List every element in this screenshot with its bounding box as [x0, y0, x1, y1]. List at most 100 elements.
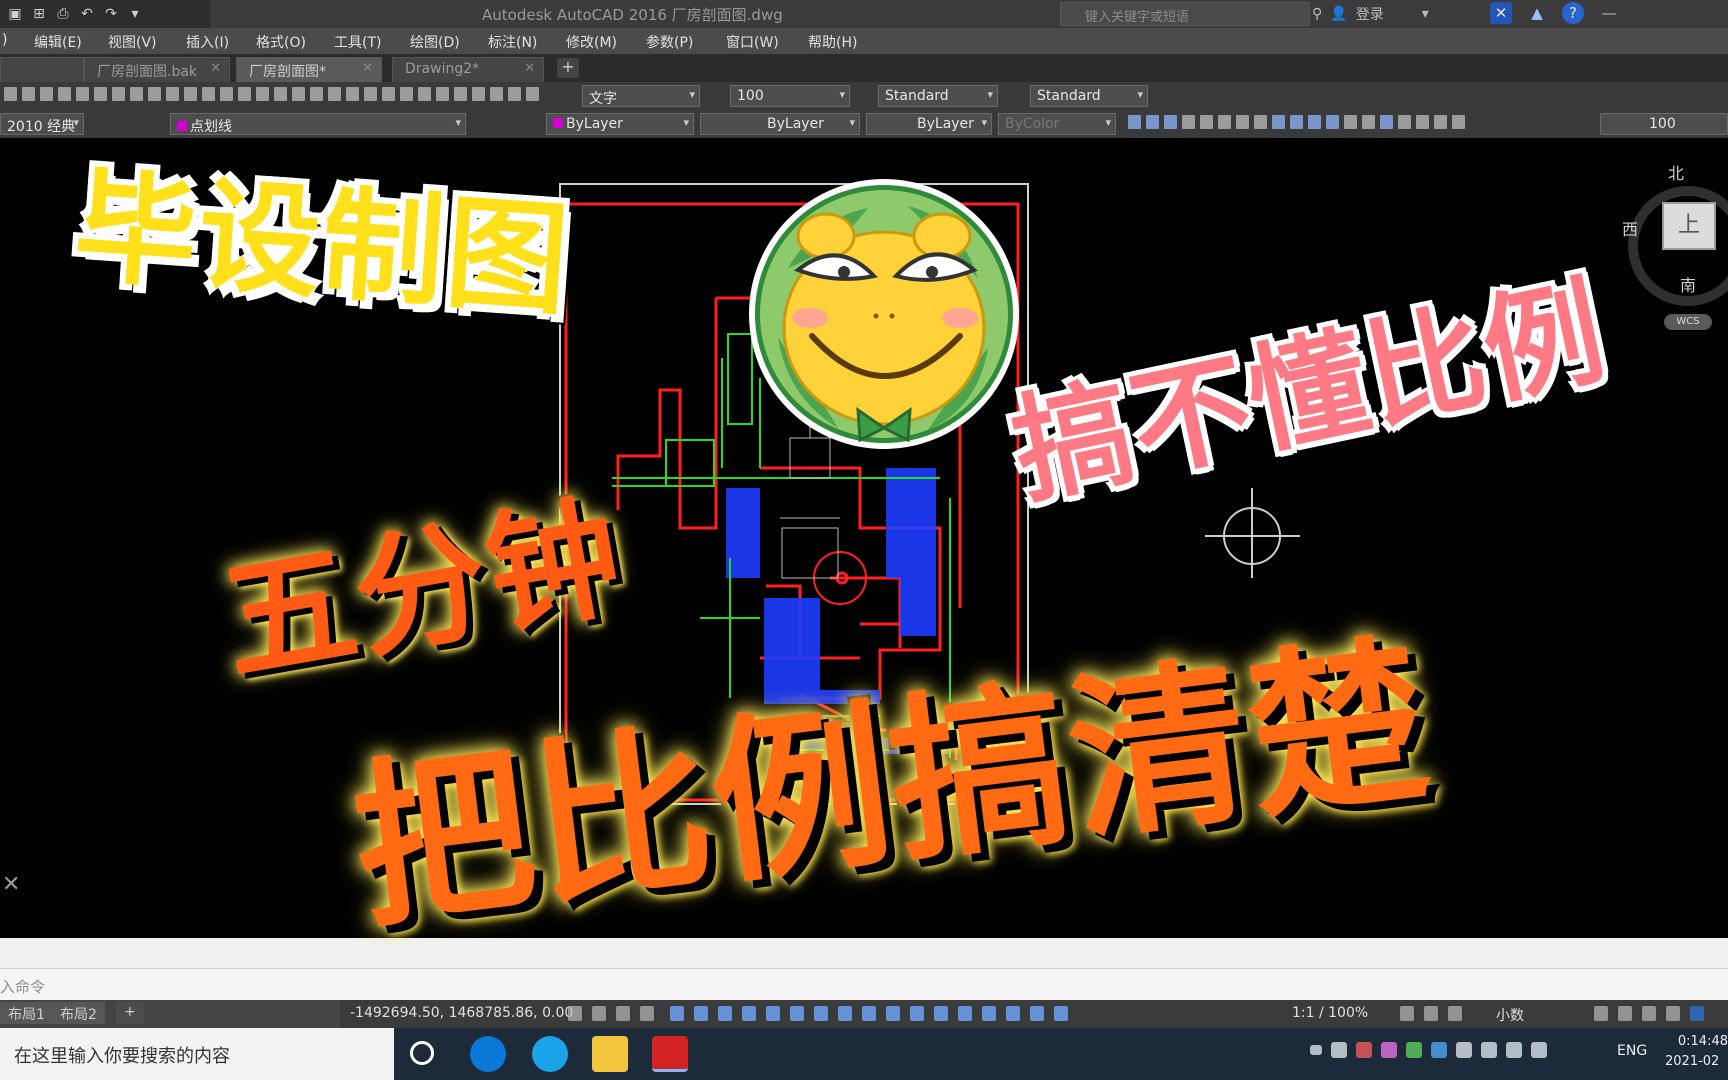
layout-tabs: 布局1 布局2 +: [0, 1000, 340, 1028]
status-right-icons[interactable]: [1594, 1006, 1704, 1021]
menu-draw[interactable]: 绘图(D): [410, 32, 460, 52]
system-tray[interactable]: [1310, 1042, 1547, 1058]
qq-browser-icon[interactable]: [532, 1036, 568, 1072]
clock-date[interactable]: 2021-02: [1665, 1054, 1728, 1069]
edge-icon[interactable]: [470, 1036, 506, 1072]
title-bar: ▣ ⊞ ⎙ ↶ ↷ ▾ Autodesk AutoCAD 2016 厂房剖面图.…: [0, 0, 1728, 28]
customize-qat-icon[interactable]: ▾: [126, 5, 144, 23]
chevron-down-icon[interactable]: ▾: [1422, 6, 1429, 22]
text-style-value: 文字: [589, 91, 617, 107]
menu-format[interactable]: 格式(O): [256, 32, 306, 52]
workspace-value: 2010 经典: [7, 119, 76, 135]
task-view-icon[interactable]: [410, 1041, 434, 1065]
help-search-input[interactable]: 键入关键字或短语: [1060, 2, 1310, 26]
cursor-coordinates: -1492694.50, 1468785.86, 0.00: [350, 1005, 574, 1021]
text-style-select[interactable]: 文字 ▾: [582, 85, 700, 107]
menu-modify[interactable]: 修改(M): [566, 32, 617, 52]
menu-edit[interactable]: 编辑(E): [34, 32, 82, 52]
command-line[interactable]: 入命令: [0, 968, 1728, 1000]
tab-label: Drawing2*: [405, 61, 480, 77]
exchange-icon[interactable]: ✕: [1490, 2, 1512, 24]
help-icon[interactable]: ?: [1562, 2, 1584, 24]
workspace-toggles[interactable]: [1400, 1006, 1462, 1021]
linetype-value: ByLayer: [767, 116, 824, 132]
menu-window[interactable]: 窗口(W): [726, 32, 779, 52]
menu-file-partial[interactable]: ): [2, 32, 7, 48]
save-icon[interactable]: ▣: [6, 5, 24, 23]
layout-tab-1[interactable]: 布局1: [0, 1002, 53, 1024]
plotstyle-select: ByColor ▾: [998, 113, 1116, 135]
binoculars-icon[interactable]: ⚲: [1312, 6, 1322, 22]
minimize-icon[interactable]: —: [1598, 2, 1620, 24]
print-icon[interactable]: ⎙: [54, 5, 72, 23]
menu-help[interactable]: 帮助(H): [808, 32, 857, 52]
menu-bar: ) 编辑(E) 视图(V) 插入(I) 格式(O) 工具(T) 绘图(D) 标注…: [0, 28, 1728, 54]
close-icon[interactable]: ✕: [210, 61, 221, 76]
linetype-select[interactable]: ByLayer ▾: [700, 113, 860, 135]
layers-toolbar: 2010 经典 ▾ 点划线 ▾ ByLayer ▾ ByLayer ▾ ByLayer ▾…: [0, 110, 1728, 138]
dim-style-value: Standard: [885, 88, 949, 104]
menu-parameter[interactable]: 参数(P): [646, 32, 693, 52]
document-tabs: 厂房剖面图.bak ✕ 厂房剖面图* ✕ Drawing2* ✕: [0, 54, 1728, 82]
quick-access-toolbar: ▣ ⊞ ⎙ ↶ ↷ ▾: [0, 0, 210, 28]
table-style-select[interactable]: Standard ▾: [1030, 85, 1148, 107]
ucs-crosshair-icon: [1205, 488, 1300, 578]
taskbar-search-placeholder: 在这里输入你要搜索的内容: [14, 1046, 230, 1067]
toolbar-icons-left[interactable]: [4, 87, 539, 101]
close-icon[interactable]: ✕: [362, 61, 373, 76]
layer-value: 点划线: [190, 119, 232, 135]
command-history: [0, 938, 1728, 968]
user-icon: 👤: [1330, 6, 1348, 22]
input-language[interactable]: ENG: [1617, 1043, 1647, 1059]
compass-south[interactable]: 南: [1680, 272, 1696, 296]
color-select[interactable]: ByLayer ▾: [546, 113, 694, 135]
menu-insert[interactable]: 插入(I): [186, 32, 229, 52]
compass-west[interactable]: 西: [1622, 216, 1638, 240]
file-explorer-icon[interactable]: [592, 1036, 628, 1072]
dim-style-select[interactable]: Standard ▾: [878, 85, 998, 107]
color-value: ByLayer: [566, 116, 623, 132]
drafting-toggles[interactable]: [568, 1006, 654, 1021]
window-title: Autodesk AutoCAD 2016 厂房剖面图.dwg: [482, 6, 783, 24]
grinning-frog-emoji: [749, 179, 1019, 449]
tab-active-drawing[interactable]: 厂房剖面图* ✕: [236, 57, 382, 82]
tab-start[interactable]: [0, 57, 84, 82]
taskbar-search-box[interactable]: 在这里输入你要搜索的内容: [0, 1028, 394, 1080]
login-area[interactable]: ⚲ 👤 登录 ▾: [1312, 3, 1429, 25]
add-layout-button[interactable]: +: [116, 1002, 144, 1024]
menu-tools[interactable]: 工具(T): [334, 32, 381, 52]
close-command-icon[interactable]: ✕: [2, 872, 20, 897]
save-as-icon[interactable]: ⊞: [30, 5, 48, 23]
windows-taskbar: 在这里输入你要搜索的内容 ENG 0:14:48 2021-02: [0, 1028, 1728, 1080]
annotation-scale[interactable]: 1:1 / 100%: [1292, 1005, 1368, 1021]
plotstyle-value: ByColor: [1005, 116, 1060, 132]
new-tab-button[interactable]: +: [557, 58, 579, 78]
menu-dimension[interactable]: 标注(N): [488, 32, 537, 52]
menu-view[interactable]: 视图(V): [108, 32, 157, 52]
layout-tab-2[interactable]: 布局2: [52, 1002, 105, 1024]
compass-north[interactable]: 北: [1668, 160, 1684, 184]
text-height-value: 100: [737, 88, 764, 104]
undo-icon[interactable]: ↶: [78, 5, 96, 23]
wcs-menu[interactable]: WCS: [1664, 314, 1712, 330]
command-prompt: 入命令: [0, 978, 46, 996]
units-setting[interactable]: 小数: [1496, 1005, 1524, 1025]
tab-drawing2[interactable]: Drawing2* ✕: [392, 57, 544, 82]
osnap-toggles[interactable]: [670, 1006, 1068, 1021]
clock-time[interactable]: 0:14:48: [1677, 1034, 1728, 1049]
workspace-select[interactable]: 2010 经典 ▾: [0, 113, 84, 135]
viewcube-top-face[interactable]: 上: [1662, 202, 1716, 250]
text-height-select[interactable]: 100 ▾: [730, 85, 850, 107]
autocad-app-icon[interactable]: [652, 1036, 688, 1072]
standard-toolbar: 文字 ▾ 100 ▾ Standard ▾ Standard ▾: [0, 82, 1728, 110]
a360-icon[interactable]: ▲: [1526, 2, 1548, 24]
caption-graduation-drafting: 毕设制图: [68, 154, 577, 334]
close-icon[interactable]: ✕: [524, 61, 535, 76]
dimension-toolbar-icons[interactable]: [1128, 115, 1465, 129]
lineweight-select[interactable]: ByLayer ▾: [866, 113, 992, 135]
tab-bak[interactable]: 厂房剖面图.bak ✕: [84, 57, 230, 82]
scale-select[interactable]: 100: [1600, 113, 1728, 135]
login-label[interactable]: 登录: [1356, 4, 1384, 24]
layer-select[interactable]: 点划线 ▾: [170, 113, 466, 135]
redo-icon[interactable]: ↷: [102, 5, 120, 23]
